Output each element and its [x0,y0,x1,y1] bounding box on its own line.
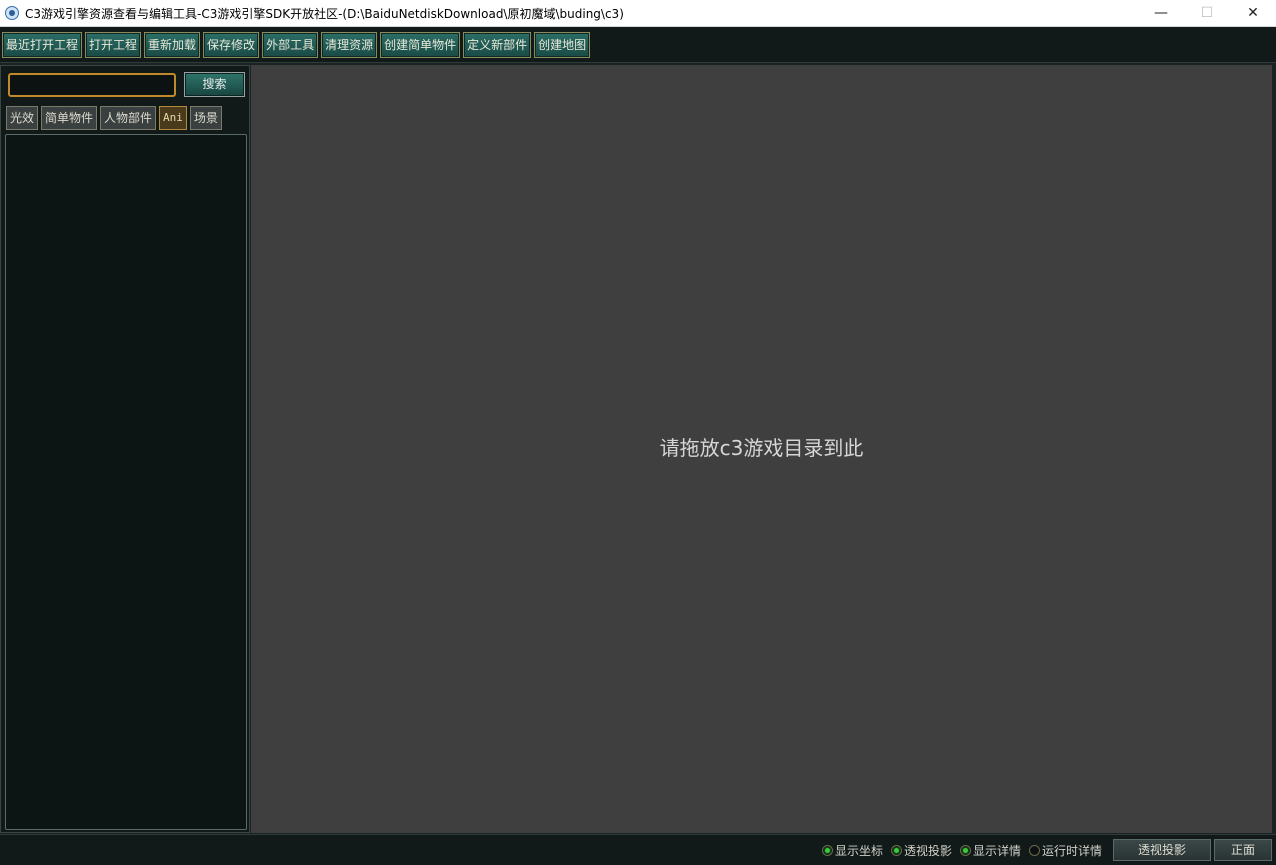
resource-panel: 搜索 光效 简单物件 人物部件 Ani 场景 [0,65,250,833]
tab-ani[interactable]: Ani [159,106,187,130]
front-view-button[interactable]: 正面 [1214,839,1272,861]
clean-resources-button[interactable]: 清理资源 [321,31,378,58]
radio-label: 运行时详情 [1041,843,1102,858]
maximize-button[interactable]: ☐ [1184,0,1230,26]
main-toolbar: 最近打开工程 打开工程 重新加载 保存修改 外部工具 清理资源 创建简单物件 定… [0,27,1276,63]
minimize-button[interactable]: — [1138,0,1184,26]
radio-icon [959,844,971,856]
external-tools-button[interactable]: 外部工具 [262,31,319,58]
tab-scene[interactable]: 场景 [189,106,222,130]
radio-icon [890,844,902,856]
radio-icon [821,844,833,856]
projection-button[interactable]: 透视投影 [1113,839,1211,861]
radio-label: 透视投影 [903,843,952,858]
define-new-part-button[interactable]: 定义新部件 [463,31,532,58]
open-project-button[interactable]: 打开工程 [85,31,142,58]
title-bar: C3游戏引擎资源查看与编辑工具-C3游戏引擎SDK开放社区-(D:\BaiduN… [0,0,1276,27]
drop-hint: 请拖放c3游戏目录到此 [659,436,864,460]
show-coordinates-option[interactable]: 显示坐标 [821,842,883,859]
tab-character-parts[interactable]: 人物部件 [100,106,157,130]
render-viewport[interactable]: 请拖放c3游戏目录到此 [251,65,1272,833]
create-simple-object-button[interactable]: 创建简单物件 [380,31,461,58]
reload-button[interactable]: 重新加载 [144,31,201,58]
status-bar: 显示坐标 透视投影 显示详情 运行时详情 透视投影 正面 [0,834,1276,865]
radio-icon [1028,844,1040,856]
radio-label: 显示坐标 [834,843,883,858]
resource-tabs: 光效 简单物件 人物部件 Ani 场景 [6,106,225,130]
search-button[interactable]: 搜索 [184,72,245,97]
tab-simple-objects[interactable]: 简单物件 [41,106,98,130]
save-changes-button[interactable]: 保存修改 [203,31,260,58]
right-border [1272,65,1276,833]
recent-projects-button[interactable]: 最近打开工程 [2,31,83,58]
runtime-details-option[interactable]: 运行时详情 [1028,842,1102,859]
search-input[interactable] [8,73,176,97]
show-details-option[interactable]: 显示详情 [959,842,1021,859]
window-title: C3游戏引擎资源查看与编辑工具-C3游戏引擎SDK开放社区-(D:\BaiduN… [25,6,624,21]
close-button[interactable]: ✕ [1230,0,1276,26]
app-icon [5,6,19,20]
window-controls: — ☐ ✕ [1138,0,1276,26]
perspective-option[interactable]: 透视投影 [890,842,952,859]
tab-effects[interactable]: 光效 [6,106,39,130]
create-map-button[interactable]: 创建地图 [534,31,591,58]
resource-list[interactable] [5,134,247,830]
radio-label: 显示详情 [972,843,1021,858]
view-options: 显示坐标 透视投影 显示详情 运行时详情 透视投影 正面 [821,838,1272,862]
